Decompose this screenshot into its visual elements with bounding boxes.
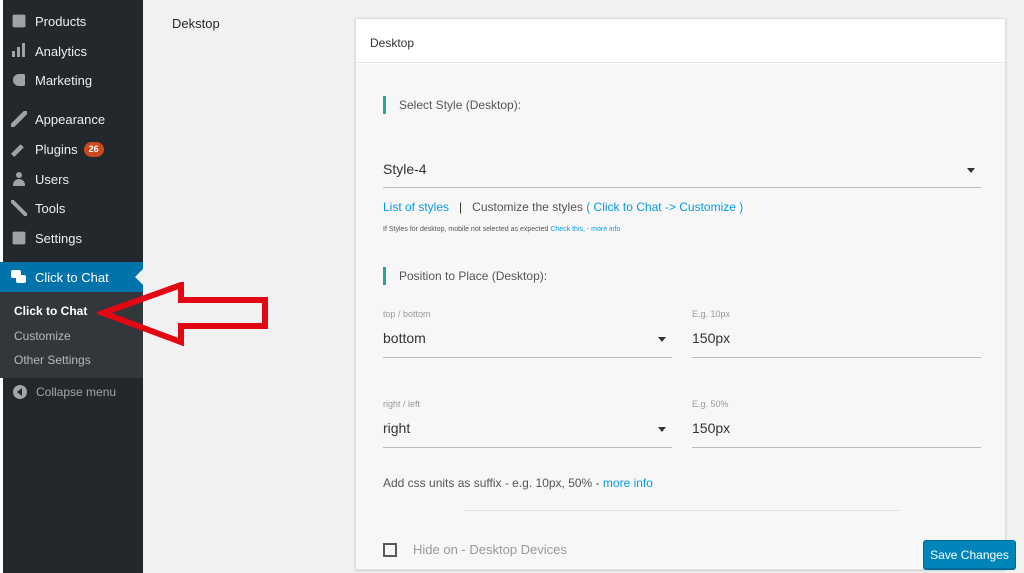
sidebar-item-label: Tools — [35, 200, 66, 216]
customize-text: Customize the styles — [472, 200, 583, 214]
accent-bar — [383, 96, 386, 114]
hide-on-desktop-checkbox[interactable] — [383, 542, 397, 557]
style-links-row: List of styles | Customize the styles ( Cl… — [383, 200, 743, 214]
css-units-note: Add css units as suffix - e.g. 10px, 50%… — [383, 476, 653, 490]
card-header: Desktop — [356, 19, 1005, 63]
vertical-offset-label: E.g. 10px — [692, 309, 731, 319]
sidebar-item-products[interactable]: Products — [0, 7, 143, 35]
card-body: Select Style (Desktop): Style-4 List of … — [356, 64, 1005, 569]
sidebar-item-label: Settings — [35, 230, 82, 246]
heading-text: Select Style (Desktop): — [399, 98, 522, 112]
vertical-offset-value: 150px — [692, 330, 731, 346]
sidebar-item-analytics[interactable]: Analytics — [0, 37, 143, 65]
cube-icon — [12, 14, 26, 28]
horizontal-offset-label: E.g. 50% — [692, 399, 729, 409]
user-icon — [11, 171, 27, 187]
submenu-item-customize[interactable]: Customize — [14, 329, 71, 343]
sidebar-item-users[interactable]: Users — [0, 165, 143, 193]
megaphone-icon — [13, 74, 25, 86]
style-select-value: Style-4 — [383, 161, 427, 177]
sidebar-item-settings[interactable]: Settings — [0, 224, 143, 252]
caret-down-icon — [658, 427, 666, 432]
units-note-text: Add css units as suffix - e.g. 10px, 50%… — [383, 476, 600, 490]
top-bottom-label: top / bottom — [383, 309, 431, 319]
update-count-badge: 26 — [83, 141, 104, 157]
plugin-icon — [11, 144, 24, 157]
bar-chart-icon — [11, 43, 27, 59]
top-bottom-select[interactable]: bottom — [383, 330, 672, 358]
sidebar-item-marketing[interactable]: Marketing — [0, 66, 143, 94]
right-left-label: right / left — [383, 399, 421, 409]
position-heading: Position to Place (Desktop): — [383, 267, 547, 285]
heading-text: Position to Place (Desktop): — [399, 269, 548, 283]
horizontal-offset-value: 150px — [692, 420, 731, 436]
sidebar-item-label: Analytics — [35, 43, 88, 59]
sidebar-item-plugins[interactable]: Plugins 26 — [0, 135, 143, 163]
paintbrush-icon — [11, 111, 27, 127]
sidebar-item-label: Users — [35, 171, 69, 187]
collapse-menu-button[interactable]: Collapse menu — [0, 380, 116, 404]
note-text: If Styles for desktop, mobile not select… — [383, 226, 549, 233]
sidebar-item-label: Appearance — [35, 111, 106, 127]
style-select[interactable]: Style-4 — [383, 161, 981, 188]
sidebar-item-label: Marketing — [35, 72, 93, 88]
caret-down-icon — [658, 337, 666, 342]
divider — [464, 510, 900, 511]
top-bottom-value: bottom — [383, 330, 426, 346]
separator: | — [459, 200, 463, 214]
horizontal-offset-input[interactable]: 150px — [692, 420, 981, 448]
select-style-heading: Select Style (Desktop): — [383, 96, 521, 114]
desktop-settings-card: Desktop Select Style (Desktop): Style-4 … — [355, 18, 1006, 570]
style-help-note: If Styles for desktop, mobile not select… — [383, 226, 620, 233]
caret-down-icon — [967, 168, 975, 173]
right-left-value: right — [383, 420, 411, 436]
red-annotation-arrow-icon — [97, 282, 268, 347]
submenu-item-other-settings[interactable]: Other Settings — [14, 353, 91, 367]
settings-icon — [12, 231, 26, 245]
right-left-select[interactable]: right — [383, 420, 672, 448]
hide-on-desktop-label: Hide on - Desktop Devices — [413, 542, 567, 557]
customize-link[interactable]: ( Click to Chat -> Customize ) — [586, 200, 743, 214]
chat-icon — [11, 269, 27, 285]
sidebar-item-label: Plugins — [35, 141, 78, 157]
vertical-offset-input[interactable]: 150px — [692, 330, 981, 358]
sidebar-item-appearance[interactable]: Appearance — [0, 105, 143, 133]
wrench-icon — [11, 200, 27, 216]
accent-bar — [383, 267, 386, 285]
collapse-arrow-icon — [13, 385, 27, 399]
card-title: Desktop — [370, 36, 415, 50]
collapse-menu-label: Collapse menu — [36, 385, 117, 399]
check-this-link[interactable]: Check this, - more info — [550, 226, 620, 233]
hide-on-desktop-row[interactable]: Hide on - Desktop Devices — [383, 542, 567, 557]
sidebar-item-tools[interactable]: Tools — [0, 194, 143, 222]
list-of-styles-link[interactable]: List of styles — [383, 200, 449, 214]
more-info-link[interactable]: more info — [603, 476, 653, 490]
submenu-item-click-to-chat[interactable]: Click to Chat — [14, 304, 87, 318]
section-title: Dekstop — [172, 16, 220, 31]
sidebar-item-label: Products — [35, 13, 87, 29]
save-changes-button[interactable]: Save Changes — [923, 540, 1016, 569]
